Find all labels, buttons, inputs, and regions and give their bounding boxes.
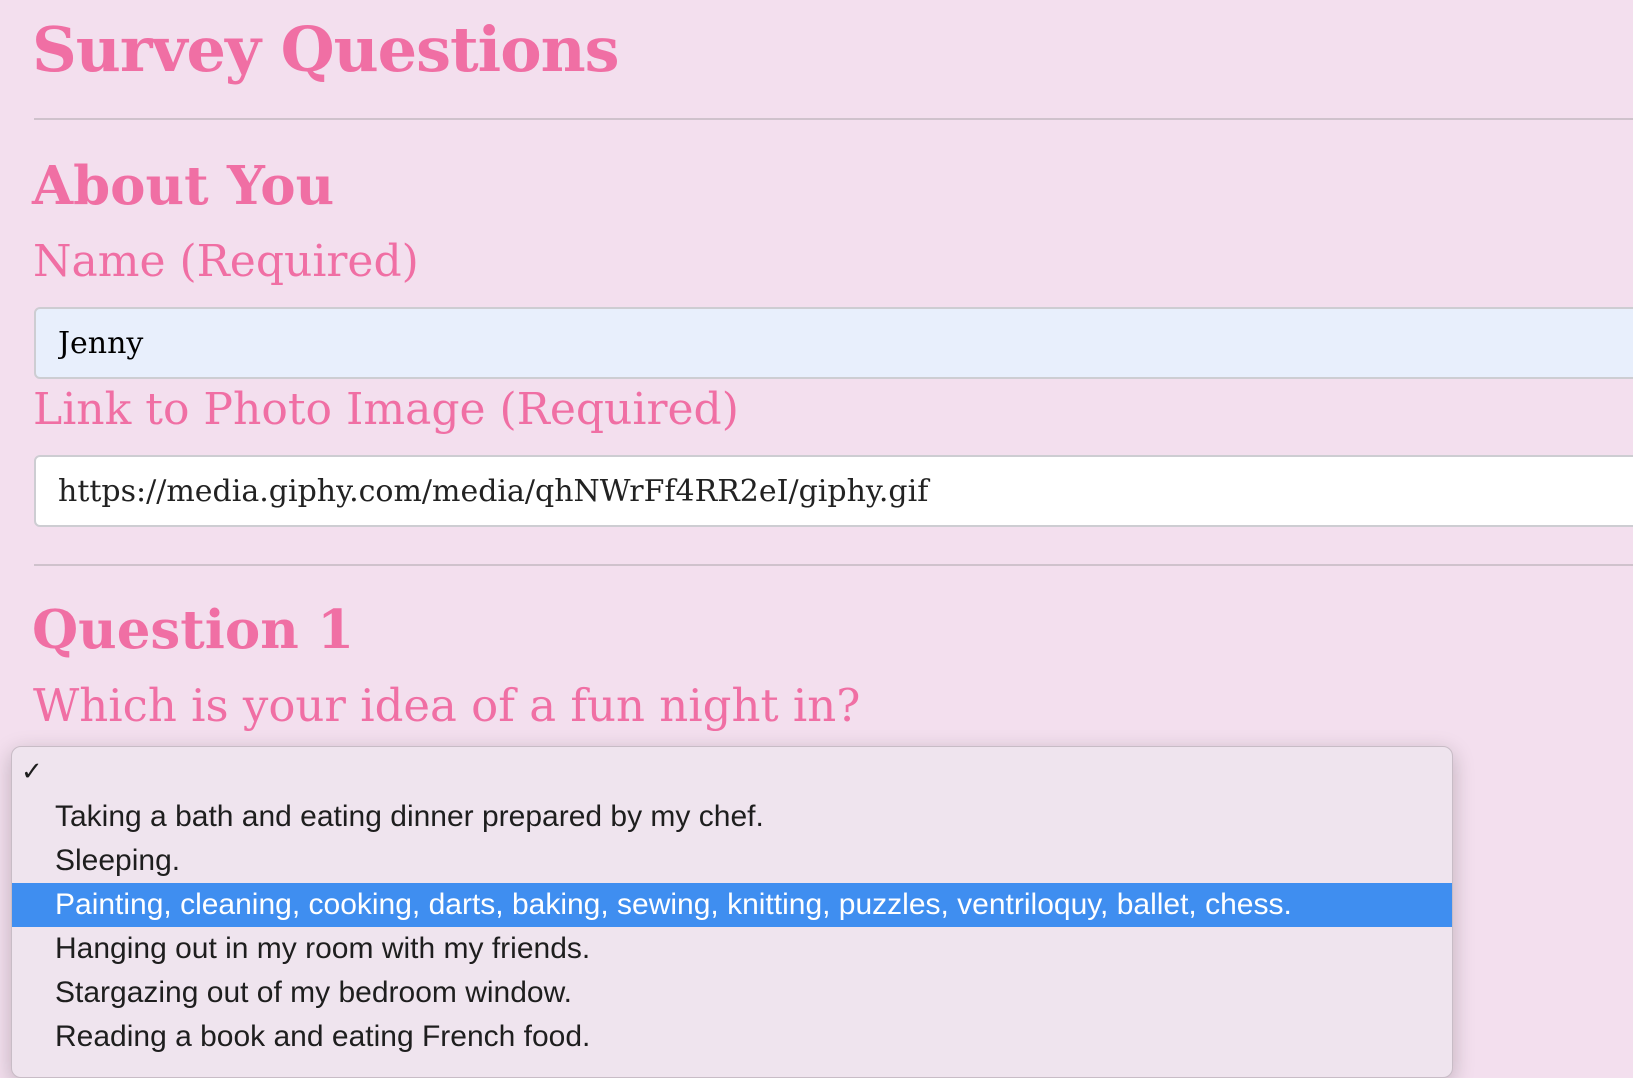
question-1-prompt: Which is your idea of a fun night in? xyxy=(33,679,861,732)
checkmark-icon: ✓ xyxy=(21,756,43,786)
divider xyxy=(34,118,1633,120)
dropdown-option-label: Sleeping. xyxy=(55,844,181,877)
dropdown-option[interactable]: Reading a book and eating French food. xyxy=(12,1015,1452,1059)
question-1-dropdown-menu[interactable]: ✓ Taking a bath and eating dinner prepar… xyxy=(11,746,1453,1078)
dropdown-option[interactable]: Hanging out in my room with my friends. xyxy=(12,927,1452,971)
dropdown-option-highlighted[interactable]: Painting, cleaning, cooking, darts, baki… xyxy=(12,883,1452,927)
name-label: Name (Required) xyxy=(33,236,419,287)
about-you-heading: About You xyxy=(32,155,335,217)
dropdown-option-label: Reading a book and eating French food. xyxy=(55,1020,591,1053)
photo-link-label: Link to Photo Image (Required) xyxy=(33,384,739,435)
dropdown-option[interactable]: Sleeping. xyxy=(12,839,1452,883)
question-1-heading: Question 1 xyxy=(32,599,355,661)
dropdown-option-label: Taking a bath and eating dinner prepared… xyxy=(55,800,764,833)
divider xyxy=(34,564,1633,566)
name-input[interactable] xyxy=(34,307,1633,379)
dropdown-option-blank[interactable]: ✓ xyxy=(12,749,1452,795)
dropdown-option-label: Hanging out in my room with my friends. xyxy=(55,932,591,965)
page-title: Survey Questions xyxy=(32,13,620,86)
dropdown-option-label: Painting, cleaning, cooking, darts, baki… xyxy=(55,888,1292,921)
dropdown-option[interactable]: Taking a bath and eating dinner prepared… xyxy=(12,795,1452,839)
dropdown-option-label: Stargazing out of my bedroom window. xyxy=(55,976,572,1009)
photo-link-input[interactable] xyxy=(34,455,1633,527)
dropdown-option[interactable]: Stargazing out of my bedroom window. xyxy=(12,971,1452,1015)
